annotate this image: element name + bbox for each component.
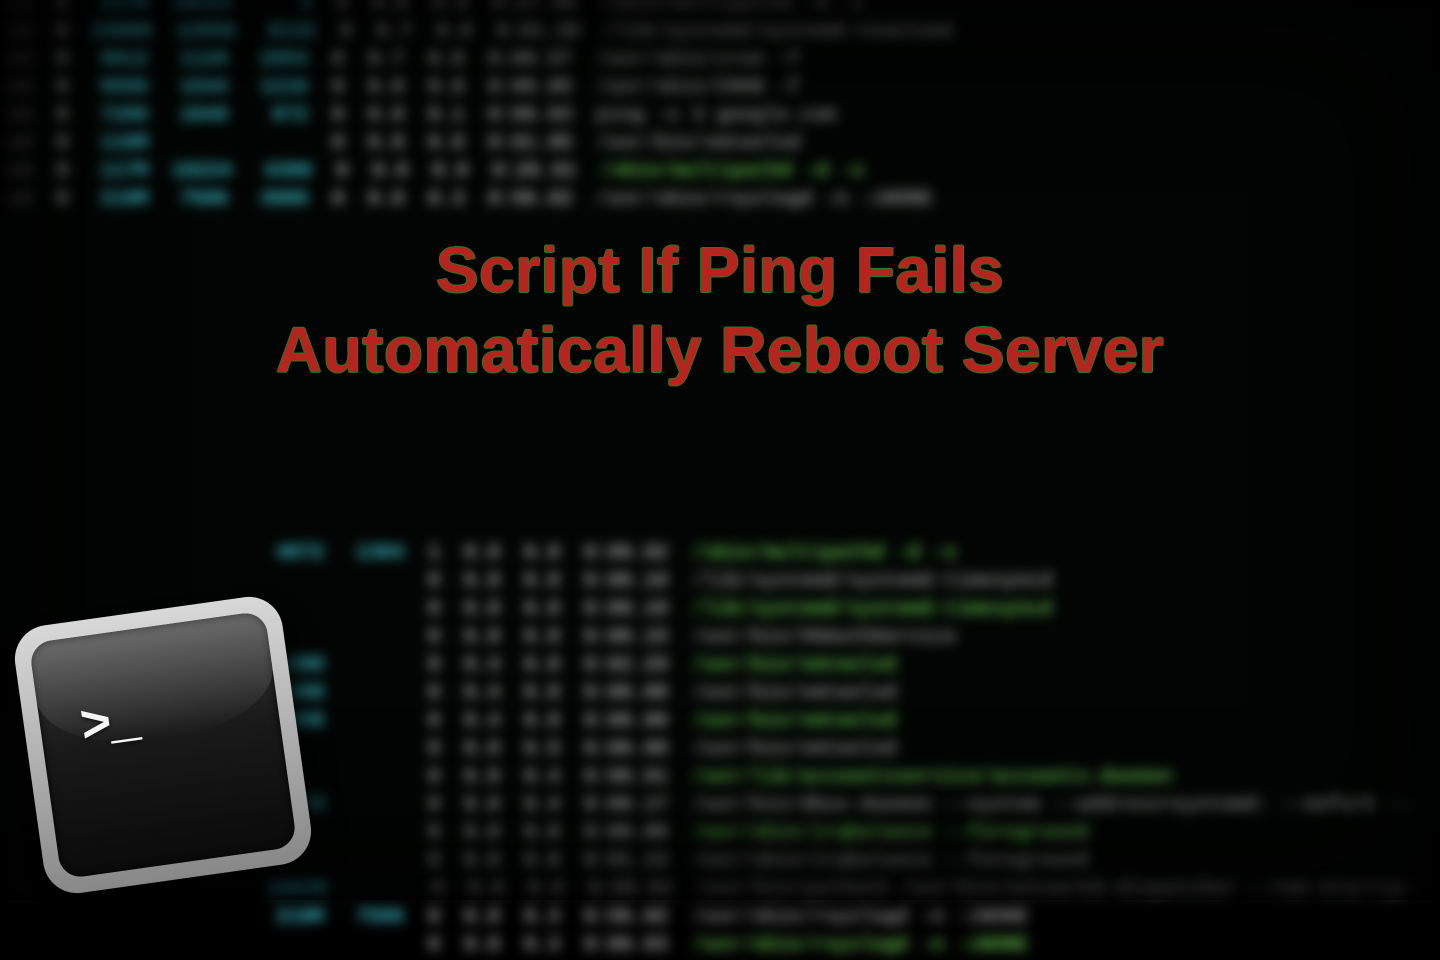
process-row: 00.80.80:00.10/lib/systemd/systemd-times…: [260, 568, 1440, 596]
process-row: uS0117M18224400.80.80:27.08/sbin/multipa…: [0, 0, 1440, 18]
terminal-app-icon: >_: [11, 593, 316, 898]
terminal-icon-screen: >_: [29, 611, 298, 880]
process-row: 00.80.50:00.00/usr/bin/vmtoolsd: [260, 736, 1440, 764]
process-row: uS02300012056813200.70.80:01.29/lib/syst…: [0, 18, 1440, 46]
process-row: 00.80.80:00.10/lib/systemd/systemd-times…: [260, 596, 1440, 624]
process-row: 138080.40.80:02.29/usr/bin/vmtoolsd: [260, 652, 1440, 680]
headline-line-1: Script If Ping Fails: [436, 234, 1004, 306]
process-row: 138000.40.80:00.00/usr/bin/vmtoolsd: [260, 708, 1440, 736]
process-row: 00.80.80:00.15/usr/bin/VGAuthService: [260, 624, 1440, 652]
headline-line-2: Automatically Reboot Server: [276, 314, 1164, 386]
process-row: 210M750600.80.30:56.02/usr/sbin/rsyslogd…: [260, 904, 1440, 932]
process-row: 407200.80.40:00.17/usr/bin/dbus-daemon -…: [260, 792, 1440, 820]
process-row: 138000.40.80:00.00/usr/bin/vmtoolsd: [260, 680, 1440, 708]
headline: Script If Ping Fails Automatically Reboo…: [0, 230, 1440, 390]
process-row: uS07280184087200.80.10:00.03ping -c 3 go…: [0, 102, 1440, 130]
process-row: uS0117M18224430000.80.90:26.01/sbin/mult…: [0, 158, 1440, 186]
process-row: uS095561544121600.80.80:00.85/usr/sbin/C…: [0, 74, 1440, 102]
process-row: uS0116M00.80.80:01.85/usr/bin/vmtoolsd: [0, 130, 1440, 158]
terminal-icon-prompt: >_: [77, 692, 141, 758]
process-row: 00.80.40:00.01/usr/lib/accountsservice/a…: [260, 764, 1440, 792]
process-row: uS0210M7506398000.80.30:56.02/usr/sbin/r…: [0, 186, 1440, 214]
process-row: 4072130410.80.80:00.02/sbin/multipathd -…: [260, 540, 1440, 568]
process-row: 00.80.80:00.00/usr/sbin/irqbalance --for…: [260, 820, 1440, 848]
process-row: 00.80.80:01.13/usr/sbin/irqbalance --for…: [260, 848, 1440, 876]
process-row: 00.80.30:00.03/usr/sbin/rsyslogd -n -iNO…: [260, 932, 1440, 960]
process-row: uS098121120205400.70.80:00.57/usr/sbin/c…: [0, 46, 1440, 74]
